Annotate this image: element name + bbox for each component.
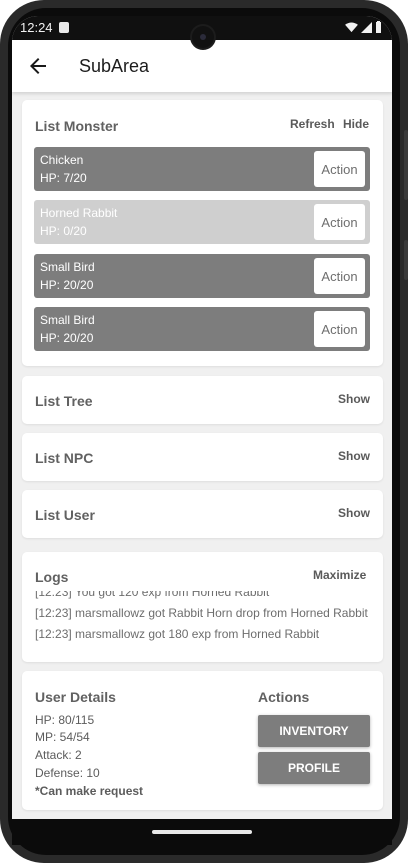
tree-show-button[interactable]: Show <box>338 392 370 406</box>
user-details-card: User Details HP: 80/115 MP: 54/54 Attack… <box>22 671 383 810</box>
user-defense: Defense: 10 <box>35 766 100 780</box>
screen: 12:24 SubArea List Monster Refresh Hide … <box>12 16 392 819</box>
monster-action-button[interactable]: Action <box>314 258 365 294</box>
log-line: [12:23] You got 120 exp from Horned Rabb… <box>35 591 270 599</box>
maximize-button[interactable]: Maximize <box>313 568 366 582</box>
signal-icon <box>361 21 372 33</box>
wifi-icon <box>345 21 358 32</box>
tree-list-card: List Tree Show <box>22 376 383 424</box>
monster-list-title: List Monster <box>35 118 119 134</box>
user-hp: HP: 80/115 <box>35 713 95 727</box>
monster-name: Small Bird <box>40 313 95 327</box>
page-title: SubArea <box>79 56 150 76</box>
battery-icon <box>376 21 381 33</box>
npc-show-button[interactable]: Show <box>338 449 370 463</box>
logs-card: Logs Maximize [12:23] You got 120 exp fr… <box>22 552 383 662</box>
monster-hp: HP: 20/20 <box>40 331 94 345</box>
monster-item: Horned Rabbit HP: 0/20 Action <box>34 200 370 244</box>
monster-name: Horned Rabbit <box>40 206 118 220</box>
monster-action-button[interactable]: Action <box>314 204 365 240</box>
profile-button[interactable]: PROFILE <box>258 752 370 784</box>
npc-list-title: List NPC <box>35 450 94 466</box>
inventory-button[interactable]: INVENTORY <box>258 715 370 747</box>
log-line: [12:23] marsmallowz got Rabbit Horn drop… <box>35 606 368 620</box>
refresh-button[interactable]: Refresh <box>290 117 335 131</box>
power-button <box>404 240 408 280</box>
user-list-card: List User Show <box>22 490 383 538</box>
front-camera <box>192 26 214 48</box>
user-show-button[interactable]: Show <box>338 506 370 520</box>
hide-button[interactable]: Hide <box>343 117 369 131</box>
npc-list-card: List NPC Show <box>22 433 383 481</box>
monster-name: Small Bird <box>40 260 95 274</box>
monster-hp: HP: 7/20 <box>40 171 87 185</box>
user-mp: MP: 54/54 <box>35 730 90 744</box>
monster-name: Chicken <box>40 153 84 167</box>
log-list[interactable]: [12:23] You got 120 exp from Horned Rabb… <box>22 591 383 653</box>
monster-hp: HP: 20/20 <box>40 278 94 292</box>
tree-list-title: List Tree <box>35 393 93 409</box>
sim-card-icon <box>59 22 69 33</box>
status-time: 12:24 <box>20 20 53 35</box>
monster-action-button[interactable]: Action <box>314 151 365 187</box>
user-request-note: *Can make request <box>35 784 144 798</box>
user-list-title: List User <box>35 507 95 523</box>
home-indicator[interactable] <box>152 830 252 834</box>
monster-hp: HP: 0/20 <box>40 224 87 238</box>
monster-item: Chicken HP: 7/20 Action <box>34 147 370 191</box>
volume-button <box>404 130 408 200</box>
user-details-title: User Details <box>35 689 116 705</box>
actions-title: Actions <box>258 689 310 705</box>
navigation-bar <box>12 819 392 845</box>
log-line: [12:23] marsmallowz got 180 exp from Hor… <box>35 627 320 641</box>
monster-action-button[interactable]: Action <box>314 311 365 347</box>
user-attack: Attack: 2 <box>35 748 82 762</box>
logs-title: Logs <box>35 569 69 585</box>
monster-item: Small Bird HP: 20/20 Action <box>34 307 370 351</box>
monster-item: Small Bird HP: 20/20 Action <box>34 254 370 298</box>
monster-list-card: List Monster Refresh Hide Chicken HP: 7/… <box>22 100 383 366</box>
back-arrow-icon[interactable] <box>26 54 50 78</box>
